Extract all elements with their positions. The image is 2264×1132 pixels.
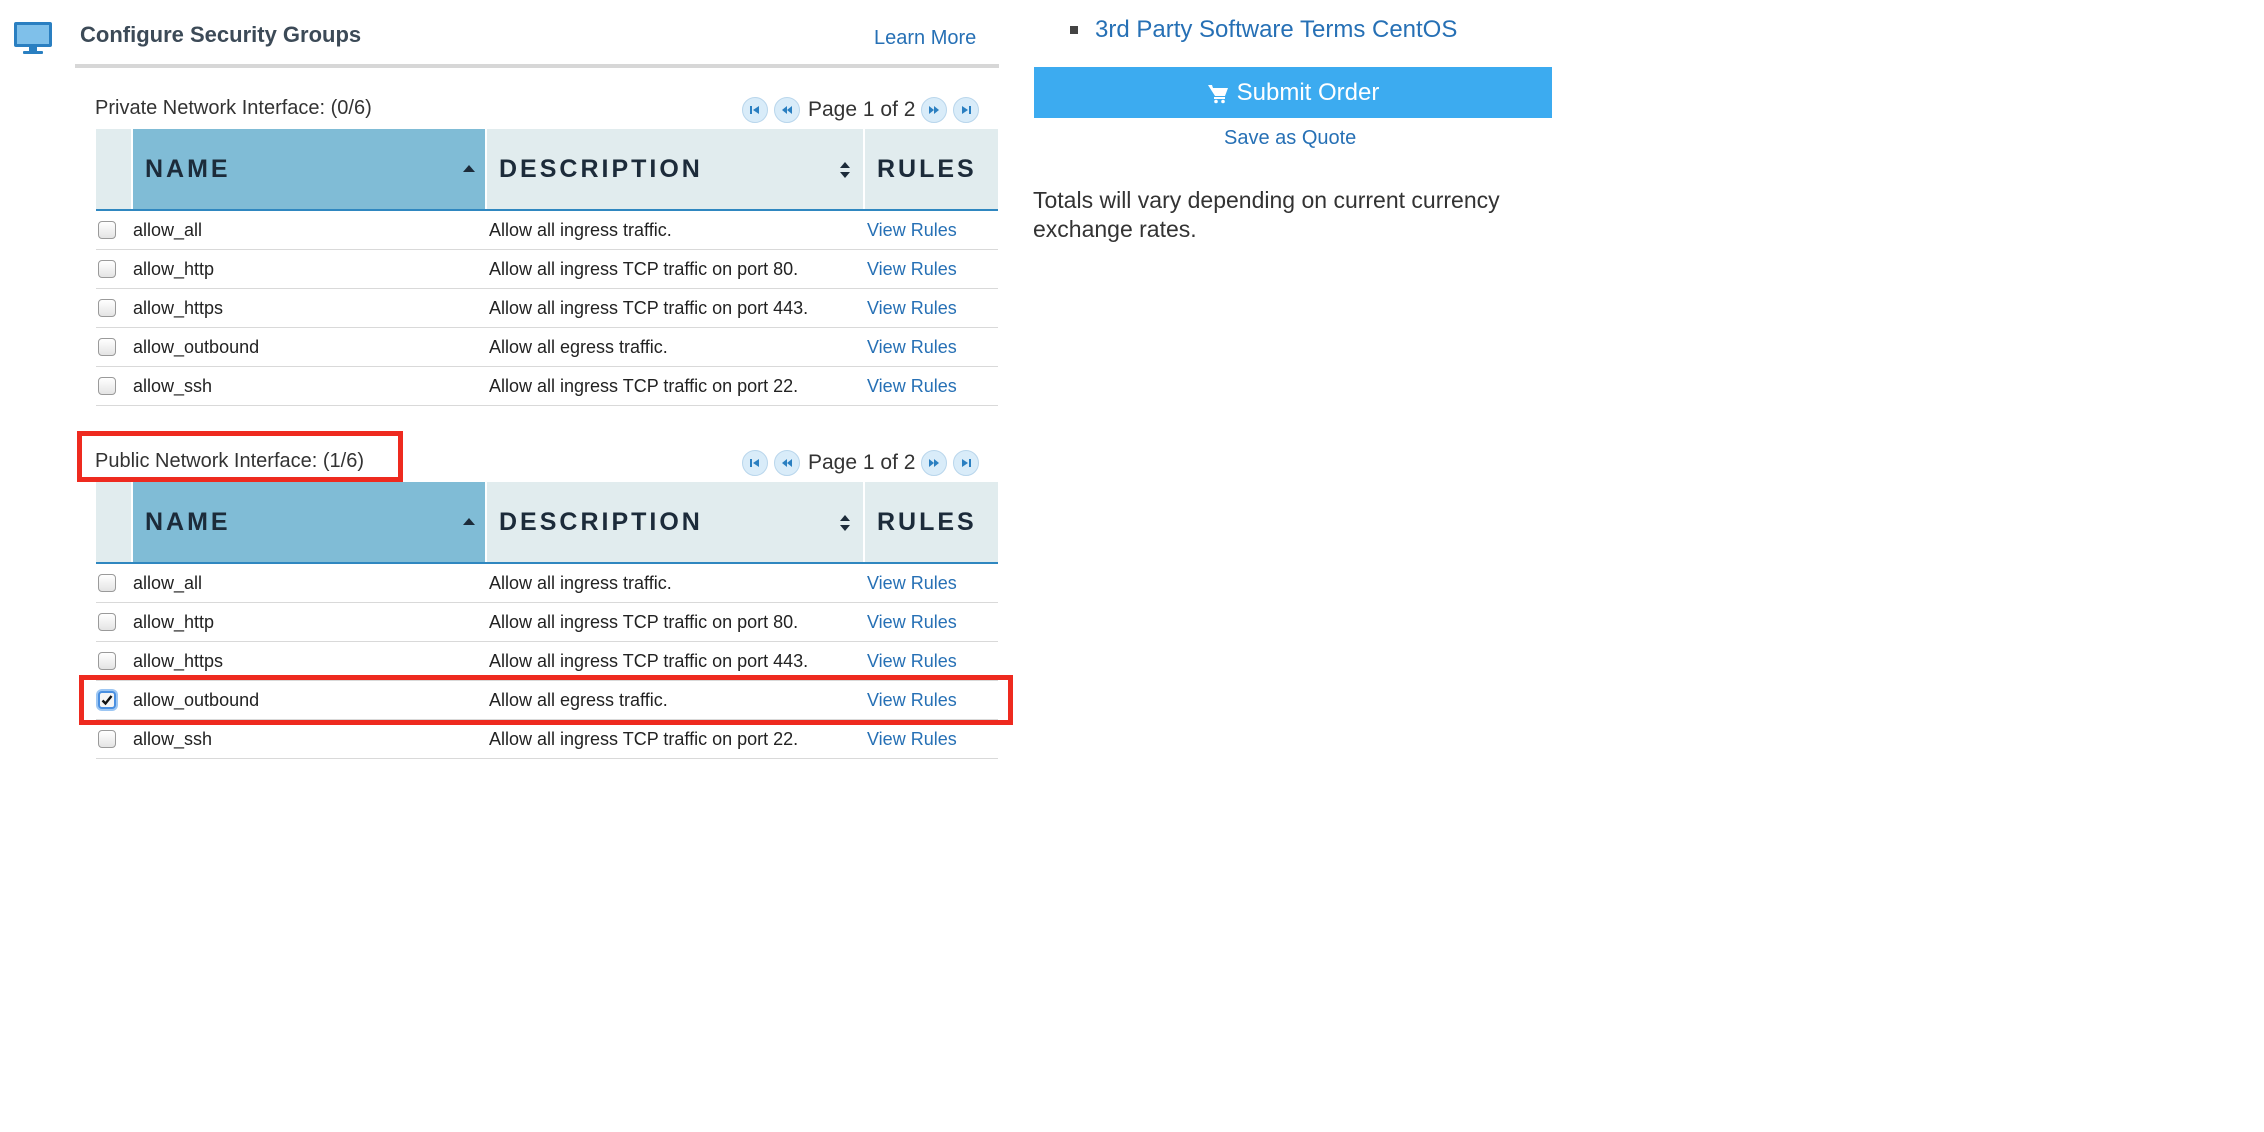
group-name: allow_ssh xyxy=(133,375,213,396)
sort-ascending-icon xyxy=(463,518,475,525)
rules-column-header: RULES xyxy=(865,482,998,562)
group-description: Allow all ingress traffic. xyxy=(489,572,672,593)
view-rules-link[interactable]: View Rules xyxy=(867,298,998,319)
group-description: Allow all ingress TCP traffic on port 80… xyxy=(489,258,799,279)
page-indicator: Page 1 of 2 xyxy=(808,451,916,474)
table-row: allow_ssh Allow all ingress TCP traffic … xyxy=(96,367,998,406)
group-name: allow_http xyxy=(133,258,215,279)
monitor-icon xyxy=(13,20,53,56)
last-page-icon[interactable] xyxy=(953,450,980,476)
group-description: Allow all ingress TCP traffic on port 44… xyxy=(489,650,809,671)
view-rules-link[interactable]: View Rules xyxy=(867,259,998,280)
group-description: Allow all ingress TCP traffic on port 80… xyxy=(489,611,799,632)
table-row: allow_all Allow all ingress traffic. Vie… xyxy=(96,211,998,250)
bullet-icon xyxy=(1070,26,1078,34)
learn-more-link[interactable]: Learn More xyxy=(874,27,976,50)
private-security-groups-table: NAME DESCRIPTION RULES allow_all Allow a… xyxy=(96,129,998,406)
row-checkbox[interactable] xyxy=(98,221,116,239)
page-indicator: Page 1 of 2 xyxy=(808,98,916,121)
name-column-header[interactable]: NAME xyxy=(133,129,485,209)
description-column-header[interactable]: DESCRIPTION xyxy=(487,482,863,562)
group-name: allow_outbound xyxy=(133,336,260,357)
header-checkbox-cell xyxy=(96,482,131,562)
title-divider xyxy=(75,64,999,68)
group-name: allow_https xyxy=(133,297,224,318)
table-row: allow_all Allow all ingress traffic. Vie… xyxy=(96,564,998,603)
terms-link[interactable]: 3rd Party Software Terms CentOS xyxy=(1095,16,1457,44)
terms-link-item[interactable]: 3rd Party Software Terms CentOS xyxy=(1070,16,1457,44)
description-column-header[interactable]: DESCRIPTION xyxy=(487,129,863,209)
sort-icon xyxy=(840,515,850,531)
last-page-icon[interactable] xyxy=(953,97,980,123)
view-rules-link[interactable]: View Rules xyxy=(867,729,998,750)
table-row: allow_https Allow all ingress TCP traffi… xyxy=(96,289,998,328)
next-page-icon[interactable] xyxy=(921,450,948,476)
submit-order-button[interactable]: Submit Order xyxy=(1034,67,1552,118)
view-rules-link[interactable]: View Rules xyxy=(867,337,998,358)
group-name: allow_all xyxy=(133,219,203,240)
view-rules-link[interactable]: View Rules xyxy=(867,220,998,241)
first-page-icon[interactable] xyxy=(742,97,768,123)
group-name: allow_http xyxy=(133,611,215,632)
previous-page-icon[interactable] xyxy=(774,450,800,476)
table-header: NAME DESCRIPTION RULES xyxy=(96,482,998,564)
next-page-icon[interactable] xyxy=(921,97,948,123)
name-column-header[interactable]: NAME xyxy=(133,482,485,562)
table-row: allow_ssh Allow all ingress TCP traffic … xyxy=(96,720,998,759)
row-checkbox[interactable] xyxy=(98,299,116,317)
previous-page-icon[interactable] xyxy=(774,97,800,123)
group-description: Allow all ingress traffic. xyxy=(489,219,672,240)
group-name: allow_ssh xyxy=(133,728,213,749)
public-pager: Page 1 of 2 xyxy=(742,448,985,478)
group-description: Allow all ingress TCP traffic on port 22… xyxy=(489,375,799,396)
sort-icon xyxy=(840,162,850,178)
private-pager: Page 1 of 2 xyxy=(742,95,985,125)
cart-icon xyxy=(1207,84,1228,103)
page-title: Configure Security Groups xyxy=(80,22,362,47)
row-checkbox[interactable] xyxy=(98,613,116,631)
row-checkbox[interactable] xyxy=(98,574,116,592)
view-rules-link[interactable]: View Rules xyxy=(867,573,998,594)
row-checkbox[interactable] xyxy=(98,730,116,748)
group-description: Allow all egress traffic. xyxy=(489,336,668,357)
view-rules-link[interactable]: View Rules xyxy=(867,651,998,672)
private-network-label: Private Network Interface: (0/6) xyxy=(95,97,372,119)
row-checkbox[interactable] xyxy=(98,377,116,395)
row-highlight-box xyxy=(79,675,1013,725)
submit-order-label: Submit Order xyxy=(1236,78,1380,106)
group-description: Allow all ingress TCP traffic on port 22… xyxy=(489,728,799,749)
first-page-icon[interactable] xyxy=(742,450,768,476)
rules-column-header: RULES xyxy=(865,129,998,209)
group-description: Allow all ingress TCP traffic on port 44… xyxy=(489,297,809,318)
group-name: allow_https xyxy=(133,650,224,671)
row-checkbox[interactable] xyxy=(98,338,116,356)
table-row: allow_http Allow all ingress TCP traffic… xyxy=(96,250,998,289)
row-checkbox[interactable] xyxy=(98,652,116,670)
table-row: allow_http Allow all ingress TCP traffic… xyxy=(96,603,998,642)
sort-ascending-icon xyxy=(463,165,475,172)
group-name: allow_all xyxy=(133,572,203,593)
header-checkbox-cell xyxy=(96,129,131,209)
save-as-quote-link[interactable]: Save as Quote xyxy=(1224,127,1356,150)
table-row: allow_outbound Allow all egress traffic.… xyxy=(96,328,998,367)
label-highlight-box xyxy=(77,431,403,482)
totals-note: Totals will vary depending on current cu… xyxy=(1033,187,1500,242)
row-checkbox[interactable] xyxy=(98,260,116,278)
view-rules-link[interactable]: View Rules xyxy=(867,376,998,397)
view-rules-link[interactable]: View Rules xyxy=(867,612,998,633)
table-header: NAME DESCRIPTION RULES xyxy=(96,129,998,211)
